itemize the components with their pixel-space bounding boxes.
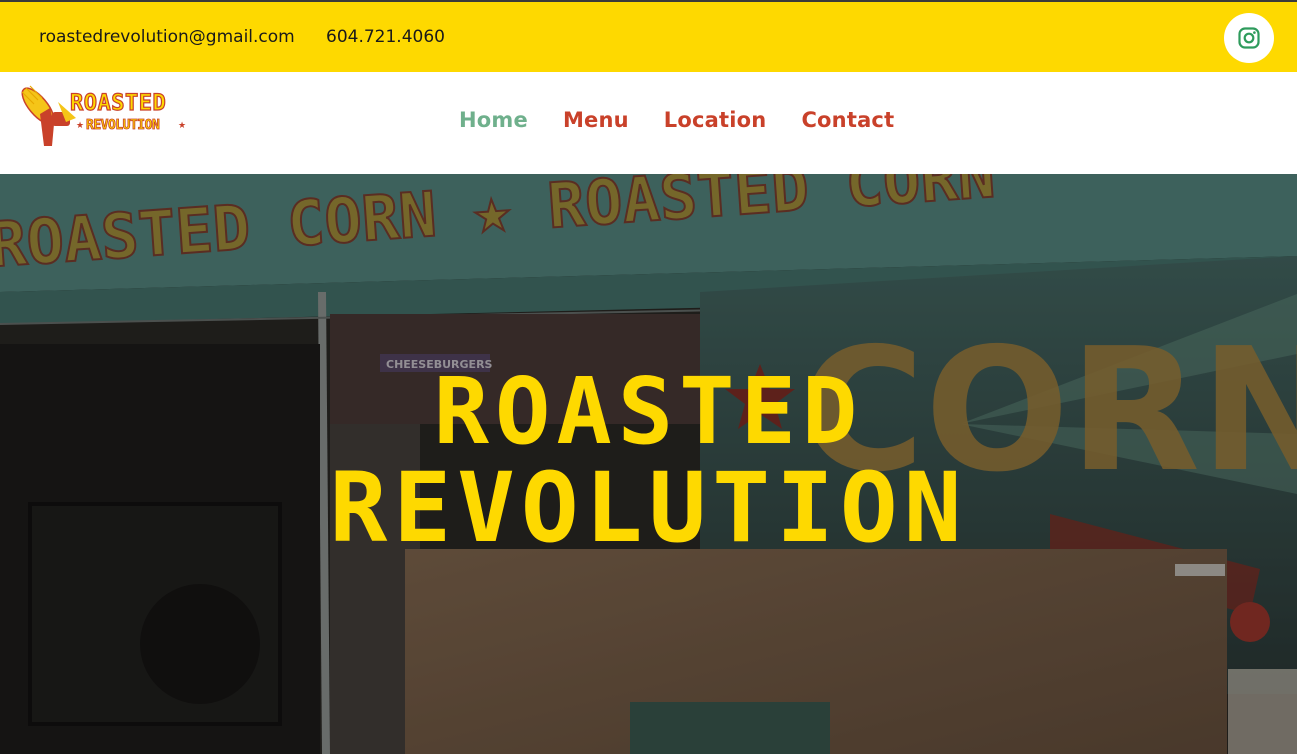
nav-home[interactable]: Home	[459, 108, 528, 132]
hero-title-line2: REVOLUTION	[329, 452, 968, 564]
contact-phone[interactable]: 604.721.4060	[326, 27, 445, 47]
svg-text:★: ★	[178, 121, 186, 131]
instagram-button[interactable]	[1224, 13, 1274, 63]
hero-section: ROASTED CORN ★ ROASTED CORN CHEESEBURGER…	[0, 174, 1297, 754]
nav-location[interactable]: Location	[664, 108, 767, 132]
corn-fist-icon	[21, 85, 76, 146]
site-header: ROASTED ★ REVOLUTION ★ Home Menu Locatio…	[0, 72, 1297, 174]
nav-contact[interactable]: Contact	[801, 108, 894, 132]
contact-email[interactable]: roastedrevolution@gmail.com	[39, 27, 295, 47]
nav-menu[interactable]: Menu	[563, 108, 629, 132]
svg-text:★: ★	[76, 121, 84, 131]
top-contact-bar: roastedrevolution@gmail.com 604.721.4060	[0, 0, 1297, 72]
logo-line1: ROASTED	[70, 91, 166, 116]
instagram-icon	[1238, 27, 1260, 49]
site-logo[interactable]: ROASTED ★ REVOLUTION ★	[16, 84, 192, 150]
hero-title-line1: ROASTED	[433, 358, 864, 465]
hero-title: ROASTED REVOLUTION	[0, 358, 1297, 564]
main-nav: Home Menu Location Contact	[459, 108, 929, 132]
logo-line2: REVOLUTION	[86, 118, 160, 133]
